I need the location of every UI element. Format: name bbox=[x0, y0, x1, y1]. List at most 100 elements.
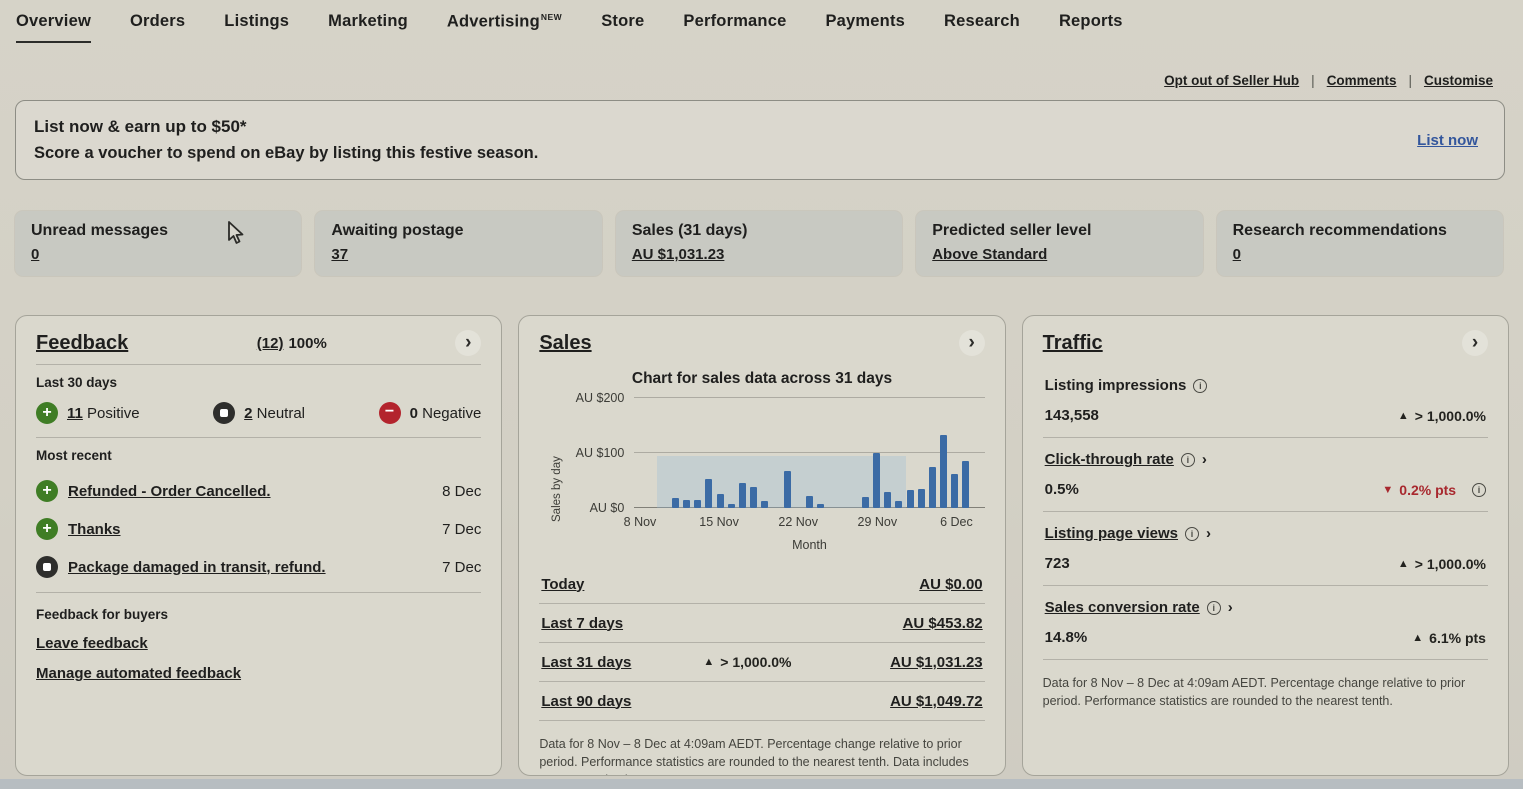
divider bbox=[36, 364, 481, 365]
banner-title: List now & earn up to $50* bbox=[34, 117, 538, 137]
top-nav: Overview Orders Listings Marketing Adver… bbox=[16, 12, 1507, 44]
last-7-days-value-link[interactable]: AU $453.82 bbox=[903, 615, 983, 632]
tile-value-link[interactable]: Above Standard bbox=[932, 246, 1047, 263]
feedback-comment-link[interactable]: Package damaged in transit, refund. bbox=[68, 559, 326, 576]
feedback-title-link[interactable]: Feedback bbox=[36, 332, 128, 355]
click-through-rate-value: 0.5% bbox=[1045, 481, 1079, 498]
feedback-summary: 11 Positive 2 Neutral 0 Negative bbox=[36, 399, 481, 437]
sales-summary-rows: Today AU $0.00 Last 7 days AU $453.82 La… bbox=[539, 564, 984, 721]
nav-item-performance[interactable]: Performance bbox=[683, 12, 786, 43]
info-icon[interactable] bbox=[1181, 453, 1195, 467]
feedback-comment-link[interactable]: Thanks bbox=[68, 521, 121, 538]
chart-bar bbox=[739, 483, 746, 508]
customise-link[interactable]: Customise bbox=[1424, 73, 1493, 88]
info-icon[interactable] bbox=[1207, 601, 1221, 615]
separator: | bbox=[1311, 73, 1315, 88]
list-now-link[interactable]: List now bbox=[1417, 132, 1478, 149]
last-90-days-value-link[interactable]: AU $1,049.72 bbox=[890, 693, 983, 710]
chart-x-tick: 29 Nov bbox=[857, 515, 897, 529]
chevron-right-icon[interactable]: › bbox=[1462, 330, 1488, 356]
chart-bar bbox=[817, 504, 824, 508]
trend-indicator: ▲6.1% pts bbox=[1412, 630, 1486, 646]
chart-x-tick: 8 Nov bbox=[624, 515, 657, 529]
recent-feedback-row: Thanks 7 Dec bbox=[36, 510, 481, 548]
tile-value-link[interactable]: 37 bbox=[331, 246, 348, 263]
chart-bar bbox=[929, 467, 936, 508]
last-90-days-link[interactable]: Last 90 days bbox=[541, 693, 631, 710]
sales-title-link[interactable]: Sales bbox=[539, 332, 591, 355]
opt-out-seller-hub-link[interactable]: Opt out of Seller Hub bbox=[1164, 73, 1299, 88]
tile-predicted-seller-level[interactable]: Predicted seller level Above Standard bbox=[916, 211, 1202, 276]
leave-feedback-link[interactable]: Leave feedback bbox=[36, 635, 481, 652]
nav-item-listings[interactable]: Listings bbox=[224, 12, 289, 43]
today-link[interactable]: Today bbox=[541, 576, 584, 593]
info-icon[interactable] bbox=[1472, 483, 1486, 497]
sales-row-last-31-days: Last 31 days ▲> 1,000.0% AU $1,031.23 bbox=[539, 643, 984, 682]
positive-count-link[interactable]: 11 bbox=[67, 405, 83, 422]
sales-conversion-rate-link[interactable]: Sales conversion rate bbox=[1045, 599, 1200, 616]
info-icon[interactable] bbox=[1185, 527, 1199, 541]
neutral-feedback-icon bbox=[36, 556, 58, 578]
positive-feedback-icon bbox=[36, 402, 58, 424]
chevron-right-icon[interactable]: › bbox=[959, 330, 985, 356]
feedback-count-link[interactable]: (12) bbox=[257, 335, 284, 352]
chart-y-tick: AU $200 bbox=[539, 391, 624, 405]
info-icon[interactable] bbox=[1193, 379, 1207, 393]
negative-label: Negative bbox=[422, 405, 481, 422]
tile-value-link[interactable]: AU $1,031.23 bbox=[632, 246, 725, 263]
nav-item-payments[interactable]: Payments bbox=[825, 12, 905, 43]
chart-bar bbox=[806, 496, 813, 508]
feedback-for-buyers-label: Feedback for buyers bbox=[36, 607, 481, 622]
neutral-feedback-icon bbox=[213, 402, 235, 424]
trend-up-icon: ▲ bbox=[703, 656, 714, 668]
sales-panel: Sales › Chart for sales data across 31 d… bbox=[518, 315, 1005, 776]
feedback-comment-link[interactable]: Refunded - Order Cancelled. bbox=[68, 483, 271, 500]
positive-feedback-icon bbox=[36, 518, 58, 540]
comments-link[interactable]: Comments bbox=[1327, 73, 1397, 88]
neutral-count-link[interactable]: 2 bbox=[244, 405, 252, 422]
today-value-link[interactable]: AU $0.00 bbox=[919, 576, 982, 593]
feedback-neutral-summary: 2 Neutral bbox=[213, 402, 305, 424]
nav-item-orders[interactable]: Orders bbox=[130, 12, 185, 43]
tile-unread-messages[interactable]: Unread messages 0 bbox=[15, 211, 301, 276]
nav-item-store[interactable]: Store bbox=[601, 12, 644, 43]
feedback-panel-header: Feedback (12) 100% › bbox=[36, 330, 481, 356]
trend-indicator: ▲> 1,000.0% bbox=[703, 654, 791, 670]
trend-indicator: ▼0.2% pts bbox=[1382, 482, 1486, 498]
tile-value-link[interactable]: 0 bbox=[1233, 246, 1241, 263]
last-31-days-value-link[interactable]: AU $1,031.23 bbox=[890, 654, 983, 671]
tile-sales-31-days[interactable]: Sales (31 days) AU $1,031.23 bbox=[616, 211, 902, 276]
chart-bar bbox=[951, 474, 958, 508]
last-7-days-link[interactable]: Last 7 days bbox=[541, 615, 623, 632]
divider bbox=[36, 437, 481, 438]
metric-sales-conversion-rate: Sales conversion rate › 14.8% ▲6.1% pts bbox=[1043, 586, 1488, 660]
positive-feedback-icon bbox=[36, 480, 58, 502]
listing-page-views-link[interactable]: Listing page views bbox=[1045, 525, 1178, 542]
tile-value-link[interactable]: 0 bbox=[31, 246, 39, 263]
nav-item-advertising[interactable]: AdvertisingNEW bbox=[447, 12, 562, 44]
sales-chart: Sales by day AU $0AU $100AU $2008 Nov15 … bbox=[539, 398, 984, 552]
seller-hub-overview-page: Overview Orders Listings Marketing Adver… bbox=[0, 0, 1523, 789]
chevron-right-icon[interactable]: › bbox=[1206, 526, 1211, 541]
tile-awaiting-postage[interactable]: Awaiting postage 37 bbox=[315, 211, 601, 276]
most-recent-label: Most recent bbox=[36, 448, 481, 463]
click-through-rate-link[interactable]: Click-through rate bbox=[1045, 451, 1174, 468]
chart-bar bbox=[672, 498, 679, 508]
nav-item-research[interactable]: Research bbox=[944, 12, 1020, 43]
sales-row-last-7-days: Last 7 days AU $453.82 bbox=[539, 604, 984, 643]
traffic-title-link[interactable]: Traffic bbox=[1043, 332, 1103, 355]
last-31-days-link[interactable]: Last 31 days bbox=[541, 654, 631, 671]
nav-item-reports[interactable]: Reports bbox=[1059, 12, 1123, 43]
negative-feedback-icon bbox=[379, 402, 401, 424]
nav-item-marketing[interactable]: Marketing bbox=[328, 12, 408, 43]
manage-automated-feedback-link[interactable]: Manage automated feedback bbox=[36, 665, 481, 682]
chevron-right-icon[interactable]: › bbox=[1228, 600, 1233, 615]
tile-research-recommendations[interactable]: Research recommendations 0 bbox=[1217, 211, 1503, 276]
sales-conversion-rate-value: 14.8% bbox=[1045, 629, 1088, 646]
chart-bar bbox=[962, 461, 969, 508]
chevron-right-icon[interactable]: › bbox=[455, 330, 481, 356]
chevron-right-icon[interactable]: › bbox=[1202, 452, 1207, 467]
sales-panel-header: Sales › bbox=[539, 330, 984, 356]
nav-item-overview[interactable]: Overview bbox=[16, 12, 91, 43]
chart-bar bbox=[761, 501, 768, 508]
